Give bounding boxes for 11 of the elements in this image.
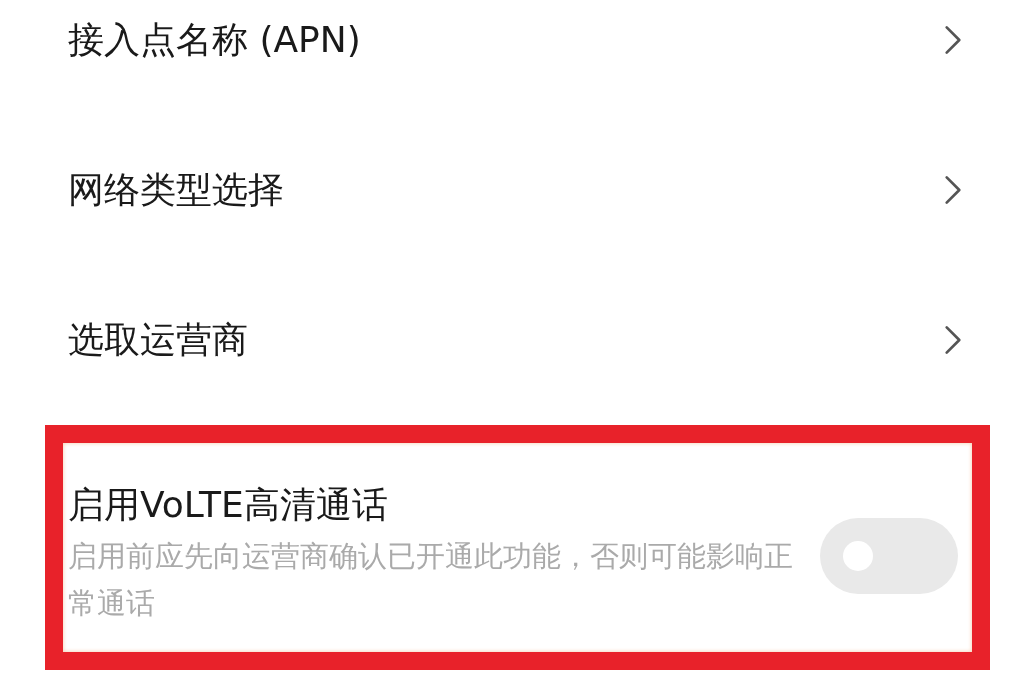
settings-row[interactable]: 选取运营商 xyxy=(0,265,1024,415)
setting-summary: 启用前应先向运营商确认已开通此功能，否则可能影响正常通话 xyxy=(68,538,794,622)
settings-row[interactable]: 接入点名称 (APN) xyxy=(0,0,1024,115)
chevron-right-icon xyxy=(944,324,962,356)
setting-title: 网络类型选择 xyxy=(68,168,284,212)
setting-title: 接入点名称 (APN) xyxy=(68,18,361,62)
setting-title: 选取运营商 xyxy=(68,318,248,362)
chevron-right-icon xyxy=(944,174,962,206)
setting-title: 启用VoLTE高清通话 xyxy=(68,483,389,527)
settings-row[interactable]: 网络类型选择 xyxy=(0,115,1024,265)
chevron-right-icon xyxy=(944,24,962,56)
